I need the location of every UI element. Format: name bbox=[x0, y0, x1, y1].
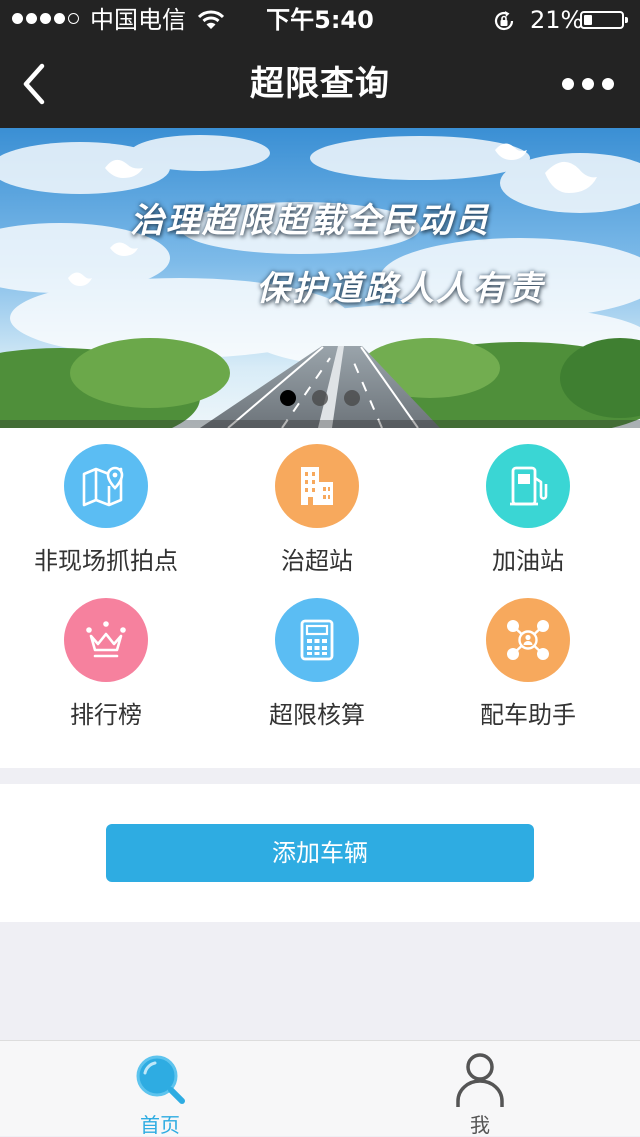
top-bar: 中国电信 下午5:40 21% 超限查询 bbox=[0, 0, 640, 128]
gas-pump-icon bbox=[486, 444, 570, 528]
search-icon bbox=[136, 1055, 185, 1104]
grid-item-overload-calculation[interactable]: 超限核算 bbox=[211, 582, 423, 736]
grid-item-label: 非现场抓拍点 bbox=[34, 547, 178, 575]
tab-me[interactable]: 我 bbox=[320, 1041, 640, 1137]
banner-carousel[interactable]: 治理超限超载全民动员 保护道路人人有责 bbox=[0, 128, 640, 428]
building-icon bbox=[275, 444, 359, 528]
grid-item-label: 治超站 bbox=[281, 547, 353, 575]
crown-icon bbox=[64, 598, 148, 682]
tab-label: 我 bbox=[470, 1113, 490, 1137]
carousel-dot[interactable] bbox=[344, 390, 360, 406]
add-vehicle-button[interactable]: 添加车辆 bbox=[106, 824, 534, 882]
network-icon bbox=[486, 598, 570, 682]
carousel-indicator bbox=[0, 390, 640, 406]
more-dots-icon[interactable] bbox=[562, 78, 614, 90]
grid-item-loading-assistant[interactable]: 配车助手 bbox=[422, 582, 634, 736]
grid-item-capture-points[interactable]: 非现场抓拍点 bbox=[0, 428, 212, 582]
rotation-lock-icon bbox=[494, 11, 514, 31]
tab-label: 首页 bbox=[140, 1113, 180, 1137]
tab-bar: 首页 我 bbox=[0, 1040, 640, 1137]
status-bar: 中国电信 下午5:40 21% bbox=[0, 0, 640, 40]
carousel-dot[interactable] bbox=[312, 390, 328, 406]
carousel-dot[interactable] bbox=[280, 390, 296, 406]
map-pin-icon bbox=[64, 444, 148, 528]
user-icon bbox=[456, 1053, 504, 1107]
grid-item-label: 配车助手 bbox=[480, 701, 576, 729]
grid-item-inspection-station[interactable]: 治超站 bbox=[211, 428, 423, 582]
grid-item-label: 加油站 bbox=[492, 547, 564, 575]
tab-home[interactable]: 首页 bbox=[0, 1041, 320, 1137]
feature-grid: 非现场抓拍点 治超站 加油站 排行榜 超限核算 配车助手 bbox=[0, 428, 640, 768]
grid-item-ranking[interactable]: 排行榜 bbox=[0, 582, 212, 736]
add-vehicle-section: 添加车辆 bbox=[0, 784, 640, 922]
battery-percent: 21% bbox=[530, 6, 584, 34]
banner-slogan-line2: 保护道路人人有责 bbox=[256, 269, 544, 309]
grid-item-label: 超限核算 bbox=[269, 701, 365, 729]
banner-slogan-line1: 治理超限超载全民动员 bbox=[130, 201, 490, 241]
page-title: 超限查询 bbox=[250, 64, 390, 104]
calculator-icon bbox=[275, 598, 359, 682]
navigation-bar: 超限查询 bbox=[0, 40, 640, 128]
battery-icon bbox=[580, 11, 628, 29]
grid-item-label: 排行榜 bbox=[70, 701, 142, 729]
grid-item-gas-station[interactable]: 加油站 bbox=[422, 428, 634, 582]
